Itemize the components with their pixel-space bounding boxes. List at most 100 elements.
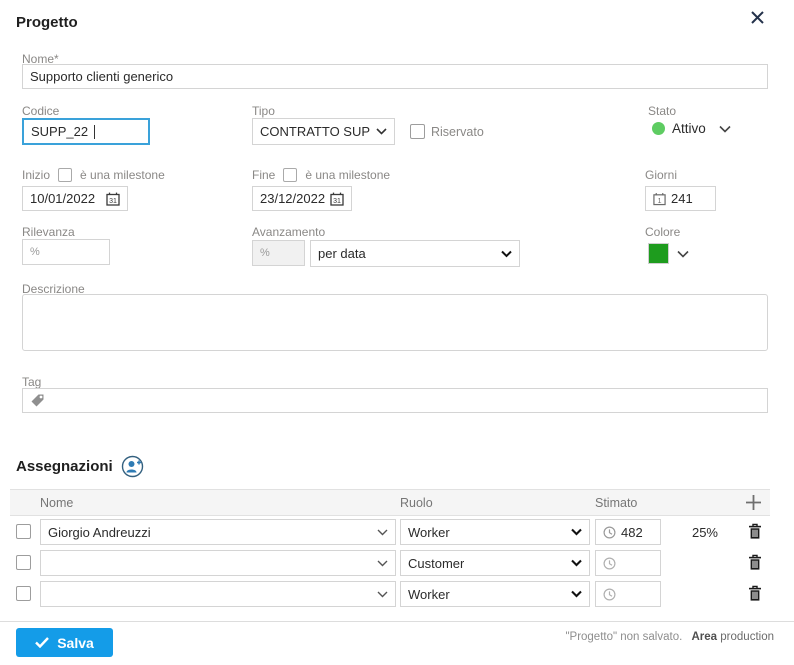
giorni-label: Giorni [645, 168, 678, 182]
chevron-down-icon [677, 250, 689, 258]
inizio-date-input[interactable]: 10/01/2022 31 [22, 186, 128, 211]
avanzamento-mode-select[interactable]: per data [310, 240, 520, 267]
add-row-icon[interactable] [745, 494, 762, 511]
fine-value: 23/12/2022 [260, 191, 326, 206]
table-row: Customer [10, 550, 770, 577]
chevron-down-icon [571, 590, 582, 598]
row-nome-select[interactable] [40, 550, 396, 576]
calendar-icon[interactable]: 31 [330, 192, 344, 206]
avanzamento-label: Avanzamento [252, 225, 326, 239]
chevron-down-icon [571, 528, 582, 536]
trash-icon[interactable] [748, 554, 762, 571]
col-ruolo: Ruolo [400, 495, 433, 510]
row-ruolo-value: Worker [408, 586, 450, 602]
codice-input[interactable]: SUPP_22 [22, 118, 150, 145]
status-text: "Progetto" non salvato. Area production [565, 631, 774, 643]
fine-date-input[interactable]: 23/12/2022 31 [252, 186, 352, 211]
inizio-milestone-checkbox[interactable] [58, 168, 73, 182]
row-stimato-value: 482 [621, 524, 643, 540]
svg-text:1: 1 [658, 197, 662, 204]
inizio-header: Inizio è una milestone [22, 168, 165, 182]
close-icon[interactable] [744, 4, 770, 30]
inizio-milestone-label: è una milestone [80, 168, 165, 182]
row-stimato-input[interactable] [595, 550, 661, 576]
col-stimato: Stimato [595, 495, 638, 510]
tipo-select[interactable]: CONTRATTO SUPPO [252, 118, 395, 145]
inizio-value: 10/01/2022 [30, 191, 96, 206]
chevron-down-icon [376, 128, 387, 135]
avanzamento-mode-value: per data [318, 246, 366, 261]
clock-icon [603, 556, 616, 570]
row-checkbox[interactable] [16, 555, 31, 570]
trash-icon[interactable] [748, 523, 762, 540]
footer-divider [0, 621, 794, 622]
row-nome-value: Giorgio Andreuzzi [48, 524, 151, 540]
row-checkbox[interactable] [16, 524, 31, 539]
row-checkbox[interactable] [16, 586, 31, 601]
calendar-icon[interactable]: 31 [106, 192, 120, 206]
row-stimato-input[interactable] [595, 581, 661, 607]
riservato-field: Riservato [410, 124, 484, 139]
tag-input[interactable] [22, 388, 768, 413]
add-person-icon[interactable] [121, 455, 144, 478]
stato-value: Attivo [672, 121, 706, 136]
colore-label: Colore [645, 225, 681, 239]
descrizione-textarea[interactable] [22, 294, 768, 351]
row-nome-select[interactable]: Giorgio Andreuzzi [40, 519, 396, 545]
table-row: Giorgio Andreuzzi Worker 482 25% [10, 519, 770, 546]
stato-select[interactable]: Attivo [652, 121, 731, 136]
color-swatch[interactable] [648, 243, 669, 264]
save-button[interactable]: Salva [16, 628, 113, 657]
text-caret [94, 124, 96, 139]
area-value: production [720, 631, 774, 643]
nome-input[interactable]: Supporto clienti generico [22, 64, 768, 89]
check-icon [35, 637, 50, 648]
progetto-modal: Progetto Nome* Supporto clienti generico… [0, 0, 794, 665]
fine-milestone-checkbox[interactable] [283, 168, 298, 182]
area-label: Area [691, 631, 718, 643]
row-ruolo-select[interactable]: Worker [400, 581, 590, 607]
fine-milestone-label: è una milestone [305, 168, 391, 182]
calendar-day-icon: 1 [653, 192, 666, 206]
percent-icon: % [30, 246, 40, 258]
assegnazioni-table-header: Nome Ruolo Stimato [10, 489, 770, 516]
row-nome-select[interactable] [40, 581, 396, 607]
colore-select[interactable] [648, 243, 689, 264]
clock-icon [603, 587, 616, 601]
tipo-value: CONTRATTO SUPPO [260, 124, 371, 139]
chevron-down-icon [571, 559, 582, 567]
trash-icon[interactable] [748, 585, 762, 602]
assegnazioni-header: Assegnazioni [16, 455, 144, 478]
row-ruolo-value: Customer [408, 555, 465, 571]
clock-icon [603, 525, 616, 539]
tag-icon [30, 393, 45, 408]
chevron-down-icon [501, 250, 512, 258]
giorni-input[interactable]: 1 241 [645, 186, 716, 211]
status-dot-icon [652, 122, 665, 135]
codice-label: Codice [22, 104, 60, 118]
fine-label: Fine [252, 168, 276, 182]
row-ruolo-select[interactable]: Worker [400, 519, 590, 545]
avanzamento-percent-input: % [252, 240, 305, 266]
svg-text:31: 31 [109, 198, 117, 205]
tipo-label: Tipo [252, 104, 275, 118]
chevron-down-icon [377, 591, 388, 598]
rilevanza-input[interactable]: % [22, 239, 110, 265]
assegnazioni-title: Assegnazioni [16, 458, 113, 475]
row-ruolo-value: Worker [408, 524, 450, 540]
chevron-down-icon [377, 560, 388, 567]
table-row: Worker [10, 581, 770, 608]
giorni-value: 241 [671, 191, 693, 206]
page-title: Progetto [16, 14, 78, 31]
riservato-checkbox[interactable] [410, 124, 425, 139]
riservato-label: Riservato [431, 124, 484, 139]
fine-header: Fine è una milestone [252, 168, 390, 182]
nome-value: Supporto clienti generico [30, 69, 174, 84]
codice-value: SUPP_22 [31, 124, 89, 139]
row-stimato-input[interactable]: 482 [595, 519, 661, 545]
chevron-down-icon [377, 529, 388, 536]
col-nome: Nome [40, 495, 74, 510]
inizio-label: Inizio [22, 168, 51, 182]
row-ruolo-select[interactable]: Customer [400, 550, 590, 576]
tag-label: Tag [22, 375, 42, 389]
